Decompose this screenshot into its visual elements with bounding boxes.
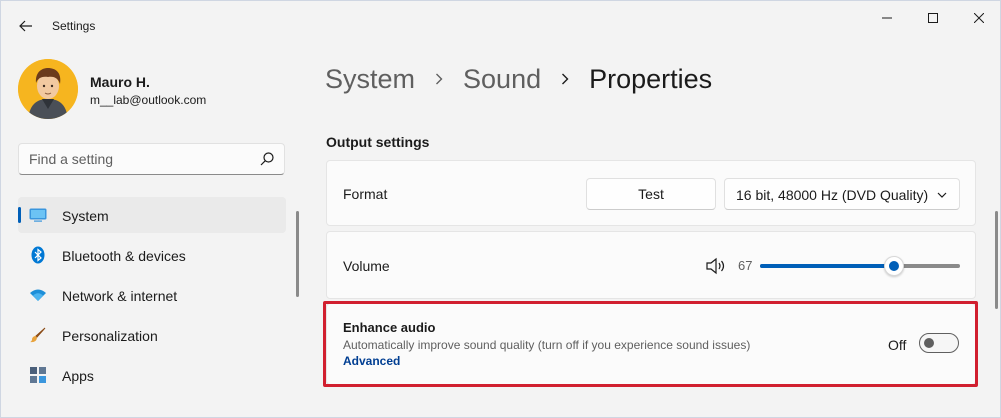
sidebar-scrollbar[interactable] xyxy=(296,211,299,297)
apps-icon xyxy=(29,366,47,384)
volume-value: 67 xyxy=(738,258,753,273)
breadcrumb-system[interactable]: System xyxy=(325,64,415,95)
arrow-left-icon xyxy=(19,20,32,32)
format-card: Format Test 16 bit, 48000 Hz (DVD Qualit… xyxy=(326,160,976,226)
format-label: Format xyxy=(343,186,388,202)
volume-card: Volume 67 xyxy=(326,231,976,299)
highlight-annotation xyxy=(323,301,978,387)
volume-slider[interactable] xyxy=(760,256,960,276)
format-selected-value: 16 bit, 48000 Hz (DVD Quality) xyxy=(736,187,929,203)
format-dropdown[interactable]: 16 bit, 48000 Hz (DVD Quality) xyxy=(724,178,960,210)
breadcrumb-properties: Properties xyxy=(589,63,713,94)
sidebar-nav: System Bluetooth & devices Network & int… xyxy=(18,197,286,397)
breadcrumb-sound[interactable]: Sound xyxy=(463,64,541,95)
section-title: Output settings xyxy=(326,134,430,150)
brush-icon xyxy=(29,326,47,344)
back-button[interactable] xyxy=(13,13,39,39)
wifi-icon xyxy=(29,286,47,304)
chevron-right-icon xyxy=(541,73,589,85)
search-input[interactable] xyxy=(19,144,249,174)
avatar[interactable] xyxy=(18,59,78,119)
volume-label: Volume xyxy=(343,258,390,274)
close-icon xyxy=(974,13,984,23)
slider-thumb[interactable] xyxy=(884,256,904,276)
sidebar-item-bluetooth[interactable]: Bluetooth & devices xyxy=(18,237,286,273)
maximize-button[interactable] xyxy=(910,1,956,35)
search-box xyxy=(18,143,285,175)
settings-window: Settings Mauro H. m__lab@outlook.com Fin… xyxy=(0,0,1001,418)
monitor-icon xyxy=(29,206,47,224)
breadcrumb: System Sound Properties xyxy=(325,59,712,99)
minimize-button[interactable] xyxy=(864,1,910,35)
close-button[interactable] xyxy=(956,1,1001,35)
app-title: Settings xyxy=(52,19,96,33)
bluetooth-icon xyxy=(29,246,47,264)
minimize-icon xyxy=(882,17,892,19)
content-scrollbar[interactable] xyxy=(995,211,998,309)
sidebar-item-label: Apps xyxy=(62,368,94,384)
sidebar-item-label: System xyxy=(62,208,109,224)
active-indicator xyxy=(18,207,21,223)
profile-name: Mauro H. xyxy=(90,74,150,90)
chevron-down-icon xyxy=(937,192,947,198)
maximize-icon xyxy=(928,13,938,23)
chevron-right-icon xyxy=(415,73,463,85)
user-avatar-icon xyxy=(18,59,78,119)
sidebar-item-label: Network & internet xyxy=(62,288,178,304)
slider-fill xyxy=(760,264,894,268)
sidebar-item-network[interactable]: Network & internet xyxy=(18,277,286,313)
test-button[interactable]: Test xyxy=(586,178,716,210)
sidebar-item-personalization[interactable]: Personalization xyxy=(18,317,286,353)
search-icon[interactable] xyxy=(260,152,274,166)
profile-email: m__lab@outlook.com xyxy=(90,93,207,107)
sidebar-item-label: Personalization xyxy=(62,328,158,344)
speaker-icon[interactable] xyxy=(705,256,727,276)
sidebar-item-label: Bluetooth & devices xyxy=(62,248,186,264)
title-bar: Settings xyxy=(1,1,1000,49)
sidebar-item-system[interactable]: System xyxy=(18,197,286,233)
sidebar-item-apps[interactable]: Apps xyxy=(18,357,286,393)
